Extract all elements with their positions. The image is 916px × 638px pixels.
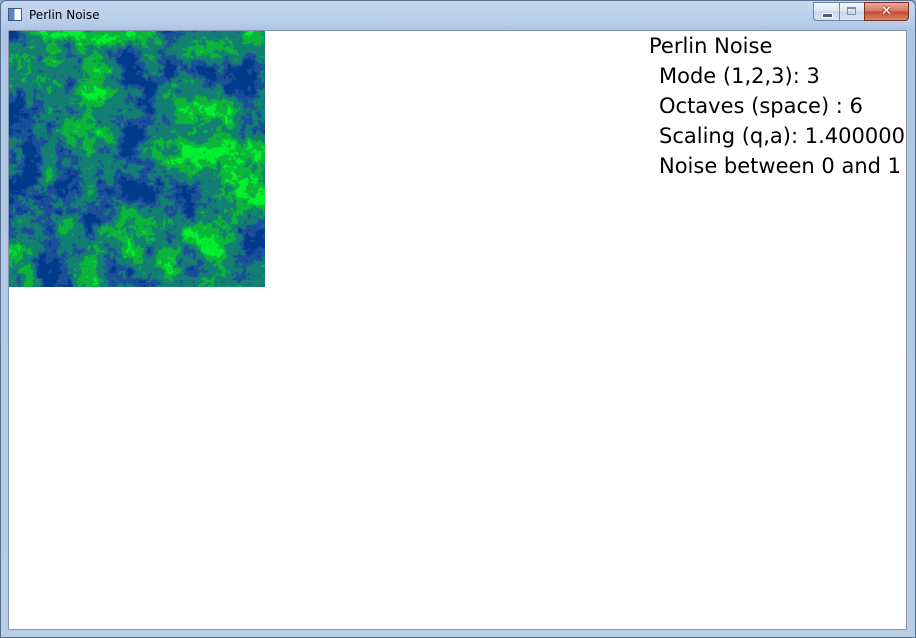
- app-window: Perlin Noise ✕ Perlin Noise Mode (1,2,3)…: [0, 0, 916, 638]
- close-button[interactable]: ✕: [864, 2, 909, 21]
- caption-buttons: ✕: [813, 2, 909, 21]
- scaling-readout: Scaling (q,a): 1.400000: [659, 124, 905, 148]
- minimize-button[interactable]: [813, 2, 839, 21]
- info-panel: Perlin Noise Mode (1,2,3): 3 Octaves (sp…: [649, 31, 905, 181]
- window-title: Perlin Noise: [29, 8, 100, 22]
- noise-range-readout: Noise between 0 and 1: [659, 154, 901, 178]
- info-heading: Perlin Noise: [649, 34, 773, 58]
- octaves-readout: Octaves (space) : 6: [659, 94, 863, 118]
- title-bar[interactable]: Perlin Noise ✕: [1, 1, 915, 29]
- maximize-icon: [847, 7, 856, 15]
- minimize-icon: [822, 13, 833, 18]
- perlin-noise-texture: [9, 31, 265, 287]
- maximize-button[interactable]: [839, 2, 864, 21]
- app-window-icon[interactable]: [8, 8, 22, 21]
- render-canvas[interactable]: Perlin Noise Mode (1,2,3): 3 Octaves (sp…: [8, 30, 907, 630]
- mode-readout: Mode (1,2,3): 3: [659, 64, 820, 88]
- close-icon: ✕: [881, 4, 892, 19]
